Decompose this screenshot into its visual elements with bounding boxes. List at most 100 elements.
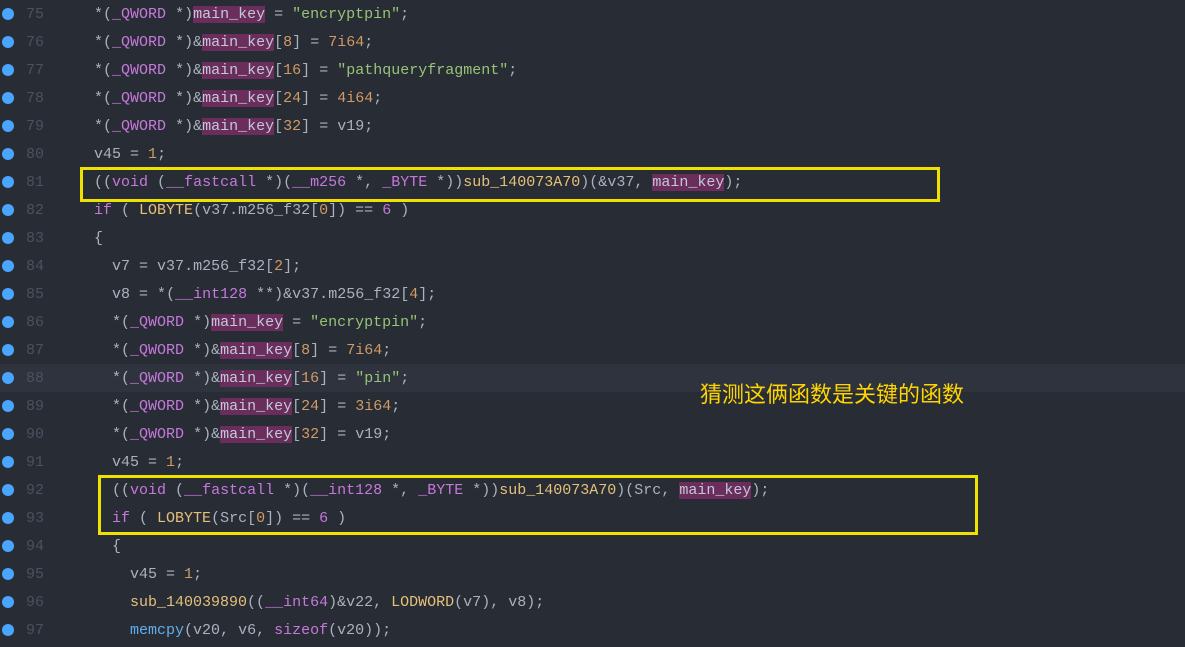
breakpoint-icon[interactable] [2, 596, 14, 608]
gutter-line-number[interactable]: 84 [0, 258, 58, 275]
code-line[interactable]: 76 *(_QWORD *)&main_key[8] = 7i64; [0, 28, 1185, 56]
code-content[interactable]: { [58, 538, 121, 555]
breakpoint-icon[interactable] [2, 512, 14, 524]
breakpoint-icon[interactable] [2, 36, 14, 48]
code-content[interactable]: v8 = *(__int128 **)&v37.m256_f32[4]; [58, 286, 436, 303]
code-content[interactable]: v45 = 1; [58, 146, 166, 163]
breakpoint-icon[interactable] [2, 120, 14, 132]
code-content[interactable]: ((void (__fastcall *)(__m256 *, _BYTE *)… [58, 174, 742, 191]
breakpoint-icon[interactable] [2, 148, 14, 160]
code-line[interactable]: 83 { [0, 224, 1185, 252]
code-content[interactable]: *(_QWORD *)&main_key[8] = 7i64; [58, 34, 373, 51]
gutter-line-number[interactable]: 97 [0, 622, 58, 639]
gutter-line-number[interactable]: 80 [0, 146, 58, 163]
code-content[interactable]: *(_QWORD *)&main_key[24] = 4i64; [58, 90, 382, 107]
code-content[interactable]: *(_QWORD *)&main_key[16] = "pathqueryfra… [58, 62, 517, 79]
code-line[interactable]: 79 *(_QWORD *)&main_key[32] = v19; [0, 112, 1185, 140]
code-line[interactable]: 85 v8 = *(__int128 **)&v37.m256_f32[4]; [0, 280, 1185, 308]
code-line[interactable]: 97 memcpy(v20, v6, sizeof(v20)); [0, 616, 1185, 644]
gutter-line-number[interactable]: 94 [0, 538, 58, 555]
code-content[interactable]: v7 = v37.m256_f32[2]; [58, 258, 301, 275]
breakpoint-icon[interactable] [2, 372, 14, 384]
gutter-line-number[interactable]: 78 [0, 90, 58, 107]
breakpoint-icon[interactable] [2, 232, 14, 244]
breakpoint-icon[interactable] [2, 8, 14, 20]
gutter-line-number[interactable]: 77 [0, 62, 58, 79]
token-punc: ( [112, 202, 139, 219]
breakpoint-icon[interactable] [2, 92, 14, 104]
code-content[interactable]: *(_QWORD *)&main_key[24] = 3i64; [58, 398, 400, 415]
breakpoint-icon[interactable] [2, 260, 14, 272]
code-line[interactable]: 80 v45 = 1; [0, 140, 1185, 168]
gutter-line-number[interactable]: 76 [0, 34, 58, 51]
gutter-line-number[interactable]: 83 [0, 230, 58, 247]
gutter-line-number[interactable]: 86 [0, 314, 58, 331]
gutter-line-number[interactable]: 79 [0, 118, 58, 135]
token-punc: ( [121, 370, 130, 387]
gutter-line-number[interactable]: 85 [0, 286, 58, 303]
breakpoint-icon[interactable] [2, 540, 14, 552]
breakpoint-icon[interactable] [2, 624, 14, 636]
code-line[interactable]: 77 *(_QWORD *)&main_key[16] = "pathquery… [0, 56, 1185, 84]
code-content[interactable]: *(_QWORD *)&main_key[8] = 7i64; [58, 342, 391, 359]
code-content[interactable]: { [58, 230, 103, 247]
code-line[interactable]: 93 if ( LOBYTE(Src[0]) == 6 ) [0, 504, 1185, 532]
code-line[interactable]: 84 v7 = v37.m256_f32[2]; [0, 252, 1185, 280]
breakpoint-icon[interactable] [2, 456, 14, 468]
code-line[interactable]: 90 *(_QWORD *)&main_key[32] = v19; [0, 420, 1185, 448]
gutter-line-number[interactable]: 92 [0, 482, 58, 499]
gutter-line-number[interactable]: 93 [0, 510, 58, 527]
code-line[interactable]: 81 ((void (__fastcall *)(__m256 *, _BYTE… [0, 168, 1185, 196]
code-content[interactable]: if ( LOBYTE(v37.m256_f32[0]) == 6 ) [58, 202, 409, 219]
breakpoint-icon[interactable] [2, 176, 14, 188]
breakpoint-icon[interactable] [2, 484, 14, 496]
code-content[interactable]: sub_140039890((__int64)&v22, LODWORD(v7)… [58, 594, 544, 611]
breakpoint-icon[interactable] [2, 344, 14, 356]
code-content[interactable]: *(_QWORD *)&main_key[32] = v19; [58, 118, 373, 135]
code-content[interactable]: v45 = 1; [58, 454, 184, 471]
breakpoint-icon[interactable] [2, 316, 14, 328]
gutter-line-number[interactable]: 91 [0, 454, 58, 471]
code-content[interactable]: *(_QWORD *)main_key = "encryptpin"; [58, 6, 409, 23]
code-content[interactable]: memcpy(v20, v6, sizeof(v20)); [58, 622, 391, 639]
code-line[interactable]: 88 *(_QWORD *)&main_key[16] = "pin"; [0, 364, 1185, 392]
gutter-line-number[interactable]: 88 [0, 370, 58, 387]
token-var: v20 [337, 622, 364, 639]
breakpoint-icon[interactable] [2, 204, 14, 216]
gutter-line-number[interactable]: 95 [0, 566, 58, 583]
breakpoint-icon[interactable] [2, 428, 14, 440]
gutter-line-number[interactable]: 75 [0, 6, 58, 23]
code-line[interactable]: 82 if ( LOBYTE(v37.m256_f32[0]) == 6 ) [0, 196, 1185, 224]
gutter-line-number[interactable]: 87 [0, 342, 58, 359]
gutter-line-number[interactable]: 82 [0, 202, 58, 219]
token-punc: ; [400, 6, 409, 23]
code-line[interactable]: 91 v45 = 1; [0, 448, 1185, 476]
code-content[interactable]: *(_QWORD *)&main_key[16] = "pin"; [58, 370, 409, 387]
token-punc: ) [202, 342, 211, 359]
code-line[interactable]: 78 *(_QWORD *)&main_key[24] = 4i64; [0, 84, 1185, 112]
code-line[interactable]: 95 v45 = 1; [0, 560, 1185, 588]
gutter-line-number[interactable]: 96 [0, 594, 58, 611]
breakpoint-icon[interactable] [2, 568, 14, 580]
code-line[interactable]: 86 *(_QWORD *)main_key = "encryptpin"; [0, 308, 1185, 336]
breakpoint-icon[interactable] [2, 400, 14, 412]
code-content[interactable]: *(_QWORD *)&main_key[32] = v19; [58, 426, 391, 443]
code-content[interactable]: *(_QWORD *)main_key = "encryptpin"; [58, 314, 427, 331]
gutter-line-number[interactable]: 81 [0, 174, 58, 191]
code-line[interactable]: 87 *(_QWORD *)&main_key[8] = 7i64; [0, 336, 1185, 364]
code-line[interactable]: 89 *(_QWORD *)&main_key[24] = 3i64; [0, 392, 1185, 420]
code-content[interactable]: ((void (__fastcall *)(__int128 *, _BYTE … [58, 482, 769, 499]
code-line[interactable]: 94 { [0, 532, 1185, 560]
gutter-line-number[interactable]: 90 [0, 426, 58, 443]
breakpoint-icon[interactable] [2, 64, 14, 76]
code-content[interactable]: v45 = 1; [58, 566, 202, 583]
code-editor[interactable]: 75 *(_QWORD *)main_key = "encryptpin";76… [0, 0, 1185, 644]
code-line[interactable]: 96 sub_140039890((__int64)&v22, LODWORD(… [0, 588, 1185, 616]
token-punc: [ [292, 398, 301, 415]
gutter-line-number[interactable]: 89 [0, 398, 58, 415]
breakpoint-icon[interactable] [2, 288, 14, 300]
code-content[interactable]: if ( LOBYTE(Src[0]) == 6 ) [58, 510, 346, 527]
code-line[interactable]: 75 *(_QWORD *)main_key = "encryptpin"; [0, 0, 1185, 28]
token-type: _BYTE [382, 174, 427, 191]
code-line[interactable]: 92 ((void (__fastcall *)(__int128 *, _BY… [0, 476, 1185, 504]
